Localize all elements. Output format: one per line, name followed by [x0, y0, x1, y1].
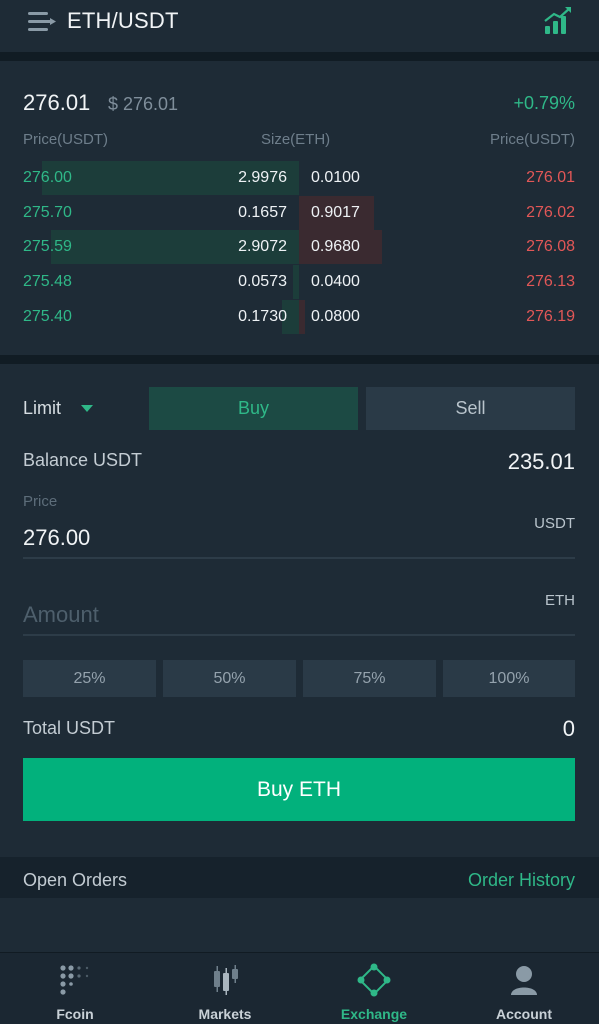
orderbook-row[interactable]: 276.00 2.9976 0.0100 276.01 [0, 161, 599, 195]
ask-depth-bar [299, 300, 305, 334]
price-change: +0.79% [513, 93, 575, 113]
bid-depth-bar [293, 265, 299, 299]
exchange-screen: ETH/USDT 276.01 $ 276.01 +0.79% Price(US… [0, 0, 599, 1024]
total-value: 0 [562, 716, 575, 741]
total-label: Total USDT [23, 718, 116, 738]
ask-size: 0.0400 [311, 273, 360, 290]
bid-price: 275.40 [23, 308, 72, 325]
top-bar: ETH/USDT [0, 0, 599, 52]
percent-25-button[interactable]: 25% [23, 660, 156, 697]
divider [0, 52, 599, 61]
bid-price: 276.00 [23, 169, 72, 186]
bid-size: 0.1730 [238, 308, 287, 325]
divider [0, 355, 599, 364]
ask-size: 0.0100 [311, 169, 360, 186]
order-type-select[interactable]: Limit [23, 398, 61, 419]
amount-unit: ETH [545, 592, 575, 609]
last-price: 276.01 [23, 90, 91, 115]
nav-label: Fcoin [56, 1006, 94, 1022]
orderbook-header-size: Size(ETH) [261, 131, 331, 148]
bottom-nav: Fcoin Markets Exchange Account [0, 952, 599, 1024]
caret-down-icon[interactable] [81, 405, 93, 412]
price-unit: USDT [534, 515, 575, 532]
tab-sell[interactable]: Sell [366, 387, 575, 430]
nav-label: Markets [198, 1006, 252, 1022]
user-icon [511, 966, 537, 995]
pair-title[interactable]: ETH/USDT [67, 8, 179, 34]
bid-price: 275.48 [23, 273, 72, 290]
percent-50-button[interactable]: 50% [163, 660, 296, 697]
orderbook-row[interactable]: 275.40 0.1730 0.0800 276.19 [0, 300, 599, 334]
nav-item-markets[interactable]: Markets [150, 953, 300, 1024]
percent-75-button[interactable]: 75% [303, 660, 436, 697]
amount-input[interactable] [23, 598, 493, 632]
amount-underline [23, 634, 575, 636]
fcoin-dots-icon [60, 965, 89, 995]
percent-100-button[interactable]: 100% [443, 660, 575, 697]
orderbook-header-bid-price: Price(USDT) [23, 131, 108, 148]
nav-label: Account [496, 1006, 552, 1022]
bid-price: 275.70 [23, 204, 72, 221]
exchange-icon [357, 963, 391, 997]
balance-value: 235.01 [507, 449, 575, 474]
balance-label: Balance USDT [23, 450, 143, 470]
bid-price: 275.59 [23, 238, 72, 255]
ask-price: 276.19 [526, 308, 575, 325]
ask-size: 0.9017 [311, 204, 360, 221]
ask-price: 276.08 [526, 238, 575, 255]
price-underline [23, 557, 575, 559]
price-input[interactable] [23, 521, 493, 555]
nav-item-account[interactable]: Account [449, 953, 599, 1024]
ask-size: 0.9680 [311, 238, 360, 255]
ask-price: 276.13 [526, 273, 575, 290]
nav-label: Exchange [340, 1006, 408, 1022]
ask-price: 276.02 [526, 204, 575, 221]
candlestick-icon [214, 965, 238, 995]
orderbook-row[interactable]: 275.70 0.1657 0.9017 276.02 [0, 196, 599, 230]
orderbook-row[interactable]: 275.59 2.9072 0.9680 276.08 [0, 230, 599, 264]
ask-price: 276.01 [526, 169, 575, 186]
ask-size: 0.0800 [311, 308, 360, 325]
bid-size: 2.9072 [238, 238, 287, 255]
open-orders-label: Open Orders [23, 870, 128, 890]
tab-buy[interactable]: Buy [149, 387, 358, 430]
nav-item-exchange[interactable]: Exchange [299, 953, 449, 1024]
bid-size: 0.1657 [238, 204, 287, 221]
menu-icon[interactable] [28, 11, 56, 33]
bid-size: 0.0573 [238, 273, 287, 290]
chart-icon[interactable] [543, 6, 573, 36]
bid-size: 2.9976 [238, 169, 287, 186]
buy-eth-button[interactable]: Buy ETH [23, 758, 575, 821]
order-history-link[interactable]: Order History [468, 870, 575, 891]
nav-item-fcoin[interactable]: Fcoin [0, 953, 150, 1024]
last-price-usd: $ 276.01 [108, 94, 179, 114]
price-field-label: Price [23, 493, 58, 510]
orderbook-row[interactable]: 275.48 0.0573 0.0400 276.13 [0, 265, 599, 299]
orderbook-header-ask-price: Price(USDT) [490, 131, 575, 148]
